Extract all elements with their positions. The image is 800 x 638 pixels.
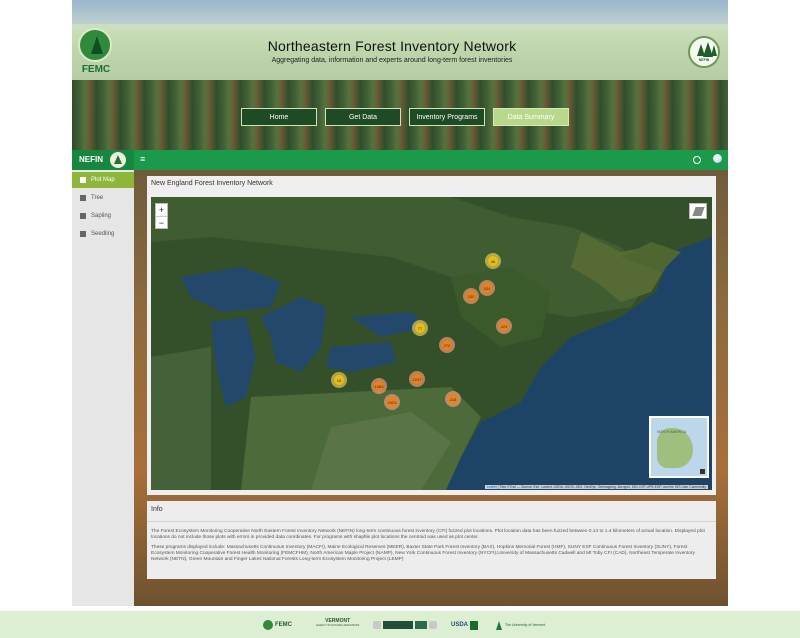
map-attribution: Leaflet | Tiles © Esri — Source: Esri, i… [484,485,708,489]
footer-logo-partners[interactable] [373,618,437,632]
header-banner: FEMC Northeastern Forest Inventory Netwo… [72,24,728,80]
footer-logo-femc[interactable]: FEMC [263,618,292,632]
map-cluster-marker[interactable]: 2247 [409,371,425,387]
info-paragraph: These programs displayed include: Massac… [151,545,695,562]
femc-logo-text: FEMC [81,64,111,75]
nefin-badge-text: NEFIN [698,58,710,62]
site-subtitle: Aggregating data, information and expert… [271,57,513,64]
power-icon[interactable] [693,156,701,164]
info-panel-title: Info [151,506,163,513]
sidebar-item-seedling[interactable]: Seedling [72,226,134,242]
sidebar-item-plot-map[interactable]: Plot Map [72,172,134,188]
nefin-logo-icon [110,152,126,168]
minimap-label: NORTH AMERICA [657,430,687,434]
footer-logo-usda[interactable]: USDA [451,618,479,632]
globe-icon[interactable] [713,154,722,163]
forest-service-shield-icon [470,620,479,630]
zoom-out-button[interactable]: − [156,216,167,228]
map-cluster-marker[interactable]: 46 [485,253,501,269]
footer-logo-uvm[interactable]: The University of Vermont [496,618,545,632]
map-panel-title: New England Forest Inventory Network [151,180,273,187]
sidebar-item-label: Plot Map [91,177,115,183]
page: FEMC Northeastern Forest Inventory Netwo… [0,0,800,638]
nav-home[interactable]: Home [241,108,317,126]
partner-icon [383,621,413,629]
femc-logo-emblem-icon [78,28,112,62]
sidebar-item-label: Sapling [91,213,112,219]
dashboard-topbar: NEFIN ≡ [72,150,728,170]
footer: FEMC VERMONT AGENCY OF NATURAL RESOURCES… [0,611,800,638]
leaflet-link[interactable]: Leaflet [487,485,497,489]
plot-map[interactable]: + − 46 534 330 424 77 270 16 1063 2247 2… [151,197,712,490]
map-cluster-marker[interactable]: 77 [412,320,428,336]
nav-inventory-programs[interactable]: Inventory Programs [409,108,485,126]
sidebar-item-label: Tree [91,195,104,201]
info-panel: Info The Forest Ecosystem Monitoring Coo… [147,501,716,579]
layers-button[interactable] [689,203,707,219]
partner-icon [429,621,437,629]
map-cluster-marker[interactable]: 16 [331,372,347,388]
map-cluster-marker[interactable]: 218 [445,391,461,407]
map-cluster-marker[interactable]: 2023 [384,394,400,410]
footer-logo-text: USDA [451,622,469,628]
sidebar-item-label: Seedling [91,231,115,237]
sapling-icon [80,213,86,219]
footer-logo-subtext: AGENCY OF NATURAL RESOURCES [316,624,360,627]
sidebar-item-sapling[interactable]: Sapling [72,208,134,224]
dashboard-brand[interactable]: NEFIN [72,150,134,170]
nav-data-summary[interactable]: Data Summary [493,108,569,126]
nefin-badge-logo[interactable]: NEFIN [688,36,720,68]
femc-icon [263,620,273,630]
seedling-icon [80,231,86,237]
map-panel: New England Forest Inventory Network + −… [147,176,716,495]
footer-logo-text: FEMC [275,622,292,628]
map-cluster-marker[interactable]: 330 [463,288,479,304]
site-title: Northeastern Forest Inventory Network [267,38,517,54]
sidebar-item-tree[interactable]: Tree [72,190,134,206]
attribution-text: | Tiles © Esri — Source: Esri, i-cubed, … [496,485,706,489]
map-cluster-marker[interactable]: 270 [439,337,455,353]
divider [147,521,716,522]
uvm-tree-icon [496,620,502,630]
sidebar: Plot Map Tree Sapling Seedling [72,170,134,606]
partner-icon [415,621,427,629]
dashboard: NEFIN ≡ Plot Map Tree Sapling Seedling N… [72,150,728,606]
minimap-toggle-icon[interactable] [700,469,705,474]
layers-icon [692,207,705,216]
brand-label: NEFIN [79,155,103,164]
zoom-control: + − [155,203,168,229]
map-cluster-marker[interactable]: 534 [479,280,495,296]
site-header: FEMC Northeastern Forest Inventory Netwo… [72,0,728,150]
satellite-basemap [151,197,712,490]
minimap[interactable]: NORTH AMERICA [649,416,709,478]
map-cluster-marker[interactable]: 1063 [371,378,387,394]
hamburger-icon[interactable]: ≡ [140,154,145,164]
femc-logo[interactable]: FEMC [78,28,114,76]
map-icon [80,177,86,183]
footer-logo-vermont[interactable]: VERMONT AGENCY OF NATURAL RESOURCES [316,618,359,632]
nav-get-data[interactable]: Get Data [325,108,401,126]
footer-logo-text: The University of Vermont [505,623,546,627]
info-paragraph: The Forest Ecosystem Monitoring Cooperat… [151,529,705,540]
zoom-in-button[interactable]: + [156,204,167,216]
partner-icon [373,621,381,629]
tree-icon [80,195,86,201]
map-cluster-marker[interactable]: 424 [496,318,512,334]
main-nav: Home Get Data Inventory Programs Data Su… [241,108,569,126]
